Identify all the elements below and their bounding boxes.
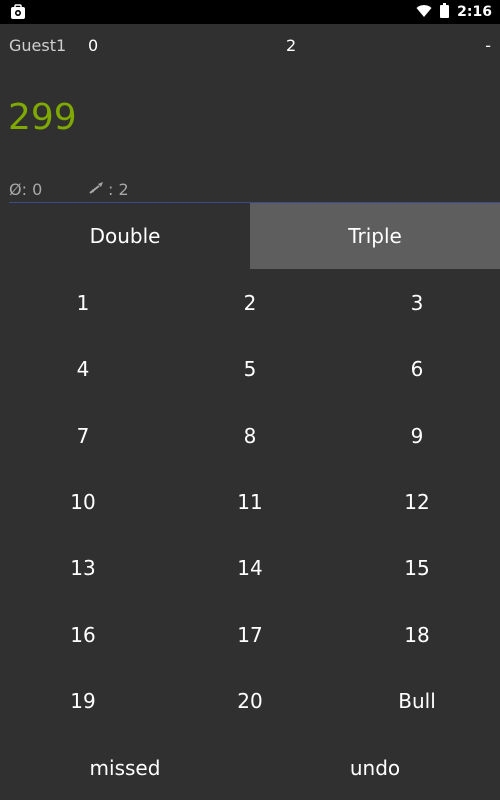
pad-button-17[interactable]: 17 (166, 601, 334, 667)
pad-button-4[interactable]: 4 (0, 336, 166, 402)
stats-row: Ø: 0 : 2 (0, 180, 500, 202)
double-button[interactable]: Double (0, 203, 250, 269)
average-stat: Ø: 0 (9, 180, 43, 199)
pad-button-20[interactable]: 20 (166, 668, 334, 734)
pad-button-16[interactable]: 16 (0, 601, 166, 667)
wifi-icon (416, 3, 432, 22)
pad-button-18[interactable]: 18 (334, 601, 500, 667)
missed-button[interactable]: missed (0, 735, 250, 800)
darts-thrown-value: : 2 (108, 180, 129, 199)
status-right: 2:16 (416, 0, 492, 24)
app-notification-icon (10, 4, 26, 20)
pad-button-11[interactable]: 11 (166, 469, 334, 535)
status-time: 2:16 (457, 4, 492, 20)
player-darts: 2 (286, 36, 297, 55)
pad-button-12[interactable]: 12 (334, 469, 500, 535)
player-extra: - (485, 36, 491, 55)
pad-button-3[interactable]: 3 (334, 270, 500, 336)
pad-button-14[interactable]: 14 (166, 535, 334, 601)
app-screen: 2:16 Guest1 0 2 - 299 Ø: 0 : 2 Double Tr… (0, 0, 500, 800)
undo-button[interactable]: undo (250, 735, 500, 800)
darts-thrown-stat: : 2 (88, 180, 129, 199)
triple-button[interactable]: Triple (250, 203, 500, 269)
pad-button-7[interactable]: 7 (0, 403, 166, 469)
pad-button-2[interactable]: 2 (166, 270, 334, 336)
status-bar: 2:16 (0, 0, 500, 24)
dart-icon (88, 180, 106, 199)
player-legs: 0 (88, 36, 99, 55)
pad-button-15[interactable]: 15 (334, 535, 500, 601)
pad-button-5[interactable]: 5 (166, 336, 334, 402)
pad-button-9[interactable]: 9 (334, 403, 500, 469)
pad-button-6[interactable]: 6 (334, 336, 500, 402)
multiplier-toggles: Double Triple (0, 203, 500, 269)
pad-button-13[interactable]: 13 (0, 535, 166, 601)
player-name: Guest1 (9, 36, 67, 55)
bottom-actions: missed undo (0, 735, 500, 800)
pad-button-1[interactable]: 1 (0, 270, 166, 336)
remaining-score: 299 (8, 97, 77, 138)
pad-button-bull[interactable]: Bull (334, 668, 500, 734)
pad-button-10[interactable]: 10 (0, 469, 166, 535)
battery-icon (440, 2, 450, 22)
pad-button-19[interactable]: 19 (0, 668, 166, 734)
number-pad: 1 2 3 4 5 6 7 8 9 10 11 12 13 14 15 16 17 18 19 20 Bull (0, 270, 500, 734)
pad-button-8[interactable]: 8 (166, 403, 334, 469)
player-row: Guest1 0 2 - (0, 36, 500, 58)
